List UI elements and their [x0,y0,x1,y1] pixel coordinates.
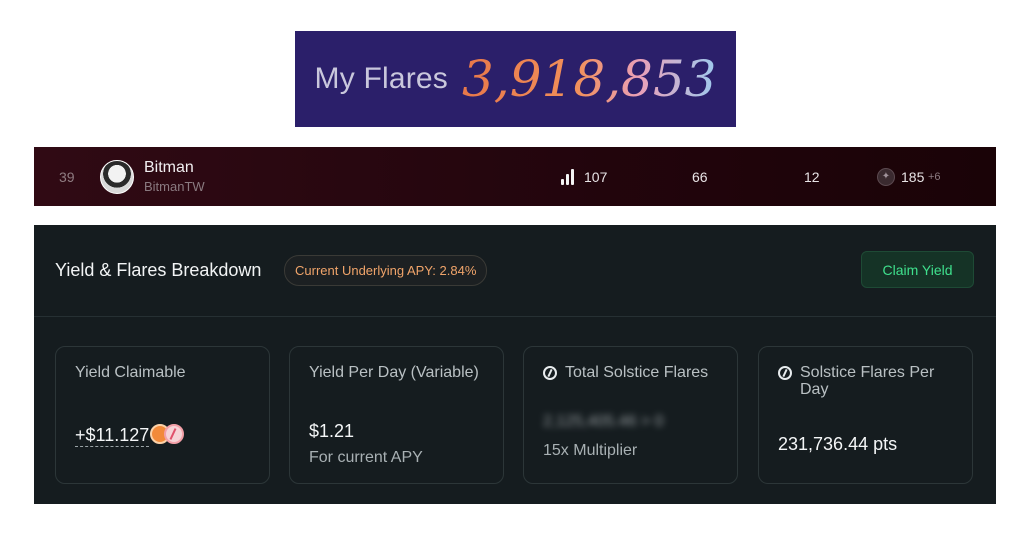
token-b-icon [164,424,184,444]
flares-per-day-value: 231,736.44 pts [778,434,898,454]
stat-1: 107 [584,169,608,185]
claimable-value[interactable]: +$11.127 [75,425,150,447]
solstice-icon [778,366,792,380]
card-label: Solstice Flares Per Day [800,364,935,398]
stat-2: 66 [692,169,708,185]
user-name: Bitman [144,159,194,176]
leaderboard-row[interactable]: 39 Bitman BitmanTW 107 66 12 ✦ 185 +6 [34,147,996,206]
total-flares-value-blurred: 2,125,405.46 > 0 [543,413,664,430]
per-day-value: $1.21 [309,421,355,441]
badge-icon: ✦ [877,168,895,186]
my-flares-value: 3,918,853 [462,50,717,108]
panel-title: Yield & Flares Breakdown [55,260,262,280]
card-label: Yield Claimable [75,364,186,381]
rank: 39 [59,169,75,185]
solstice-icon [543,366,557,380]
multiplier-text: 15x Multiplier [543,442,638,459]
card-label: Yield Per Day (Variable) [309,364,479,381]
stat-3: 12 [804,169,820,185]
card-label: Total Solstice Flares [565,364,709,381]
per-day-sub: For current APY [309,449,423,466]
stat-4-extra: +6 [928,171,941,183]
my-flares-banner: My Flares 3,918,853 [295,31,736,127]
card-solstice-flares-per-day: Solstice Flares Per Day 231,736.44 pts [758,346,973,484]
claim-yield-button[interactable]: Claim Yield [861,251,974,288]
divider [34,316,996,317]
my-flares-label: My Flares [314,62,448,95]
user-handle: BitmanTW [144,179,205,194]
stat-4: 185 [901,169,925,185]
token-icons [150,424,186,444]
card-total-solstice-flares: Total Solstice Flares 2,125,405.46 > 0 1… [523,346,738,484]
card-yield-per-day: Yield Per Day (Variable) $1.21 For curre… [289,346,504,484]
avatar [100,160,134,194]
apy-pill: Current Underlying APY: 2.84% [284,255,488,286]
bar-chart-icon [561,169,575,185]
card-yield-claimable: Yield Claimable +$11.127 [55,346,270,484]
yield-flares-panel: Yield & Flares Breakdown Current Underly… [34,225,996,504]
